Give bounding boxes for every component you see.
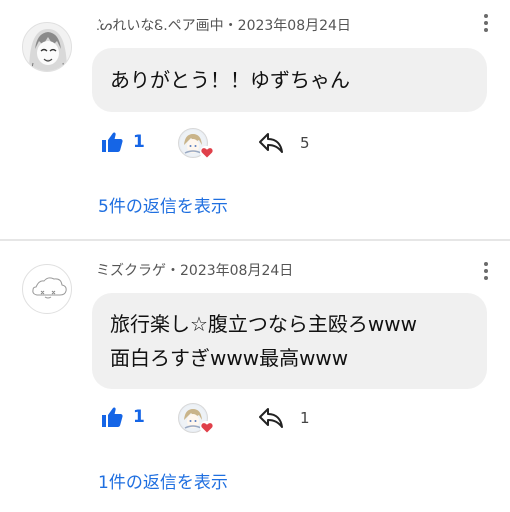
like-count: 1 bbox=[133, 132, 145, 152]
heart-icon bbox=[200, 421, 214, 434]
reply-button[interactable]: 1 bbox=[258, 407, 310, 429]
avatar[interactable] bbox=[22, 22, 72, 72]
reply-arrow-icon bbox=[259, 408, 283, 428]
comment-text-line: 面白ろすぎwww最高www bbox=[110, 346, 349, 370]
reply-count: 1 bbox=[300, 409, 310, 427]
comment-text-line: ありがとう！！ゆずちゃん bbox=[110, 68, 350, 92]
like-count: 1 bbox=[133, 407, 145, 427]
like-button[interactable]: 1 bbox=[100, 405, 145, 429]
thumbs-up-icon bbox=[102, 132, 123, 152]
reply-arrow-icon bbox=[259, 133, 283, 153]
avatar[interactable] bbox=[22, 264, 72, 314]
comment-divider bbox=[0, 239, 510, 241]
comment-item: ミズクラゲ・2023年08月24日 旅行楽し☆腹立つなら主殴ろwww 面白ろすぎ… bbox=[0, 242, 510, 512]
meta-separator: ・ bbox=[166, 263, 180, 279]
more-vertical-icon[interactable] bbox=[484, 262, 488, 280]
reply-button[interactable]: 5 bbox=[258, 132, 310, 154]
comment-bubble: ありがとう！！ゆずちゃん bbox=[92, 48, 487, 112]
view-replies-link[interactable]: 5件の返信を表示 bbox=[98, 192, 228, 217]
comment-actions: 1 5 bbox=[100, 128, 400, 162]
comment-actions: 1 1 bbox=[100, 403, 400, 437]
comment-meta: .͛ᔕれいなᏋ.ペア画中・2023年08月24日 bbox=[96, 15, 351, 35]
author-name[interactable]: .͛ᔕれいなᏋ.ペア画中 bbox=[96, 18, 224, 34]
comment-bubble: 旅行楽し☆腹立つなら主殴ろwww 面白ろすぎwww最高www bbox=[92, 293, 487, 389]
more-vertical-icon[interactable] bbox=[484, 14, 488, 32]
comment-date: 2023年08月24日 bbox=[237, 18, 351, 34]
view-replies-link[interactable]: 1件の返信を表示 bbox=[98, 468, 228, 493]
comment-date: 2023年08月24日 bbox=[180, 263, 294, 279]
comment-text-line: 旅行楽し☆腹立つなら主殴ろwww bbox=[110, 312, 418, 336]
comment-item: .͛ᔕれいなᏋ.ペア画中・2023年08月24日 ありがとう！！ゆずちゃん 1 bbox=[0, 0, 510, 238]
author-name[interactable]: ミズクラゲ bbox=[96, 263, 166, 279]
heart-icon bbox=[200, 146, 214, 159]
comment-meta: ミズクラゲ・2023年08月24日 bbox=[96, 260, 293, 280]
thumbs-up-icon bbox=[102, 407, 123, 427]
reply-count: 5 bbox=[300, 134, 310, 152]
meta-separator: ・ bbox=[223, 18, 238, 34]
like-button[interactable]: 1 bbox=[100, 130, 145, 154]
